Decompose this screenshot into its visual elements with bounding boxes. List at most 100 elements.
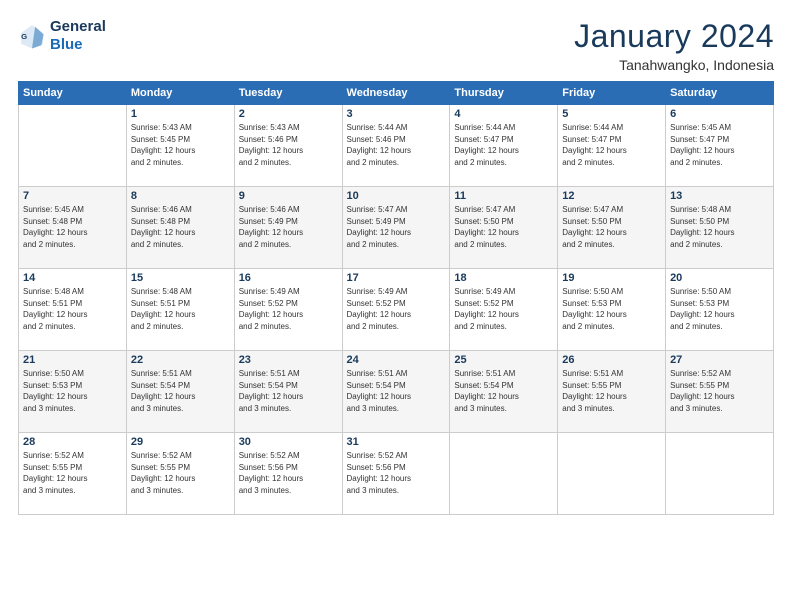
calendar-cell	[19, 105, 127, 187]
calendar-cell: 31 Sunrise: 5:52 AMSunset: 5:56 PMDayligh…	[342, 433, 450, 515]
calendar-cell: 7Sunrise: 5:45 AMSunset: 5:48 PMDaylight…	[19, 187, 127, 269]
day-number: 24	[347, 354, 446, 366]
day-number: 20	[670, 272, 769, 284]
day-number: 4	[454, 108, 553, 120]
calendar-cell: 5Sunrise: 5:44 AMSunset: 5:47 PMDaylight…	[558, 105, 666, 187]
calendar-cell: 25 Sunrise: 5:51 AMSunset: 5:54 PMDayligh…	[450, 351, 558, 433]
day-info: Sunrise: 5:43 AMSunset: 5:45 PMDaylight:…	[131, 122, 230, 168]
day-number: 10	[347, 190, 446, 202]
day-number: 13	[670, 190, 769, 202]
location: Tanahwangko, Indonesia	[574, 57, 774, 73]
day-number: 21	[23, 354, 122, 366]
day-info: Sunrise: 5:50 AMSunset: 5:53 PMDaylight:…	[562, 286, 661, 332]
calendar-cell	[666, 433, 774, 515]
calendar-cell: 12 Sunrise: 5:47 AMSunset: 5:50 PMDayligh…	[558, 187, 666, 269]
calendar-cell: 2 Sunrise: 5:43 AMSunset: 5:46 PMDaylight…	[234, 105, 342, 187]
weekday-header-sunday: Sunday	[19, 82, 127, 105]
day-number: 29	[131, 436, 230, 448]
day-number: 15	[131, 272, 230, 284]
calendar-week-row: 21 Sunrise: 5:50 AMSunset: 5:53 PMDayligh…	[19, 351, 774, 433]
day-info: Sunrise: 5:49 AMSunset: 5:52 PMDaylight:…	[239, 286, 338, 332]
calendar-cell: 17 Sunrise: 5:49 AMSunset: 5:52 PMDayligh…	[342, 269, 450, 351]
day-number: 25	[454, 354, 553, 366]
day-info: Sunrise: 5:48 AMSunset: 5:51 PMDaylight:…	[23, 286, 122, 332]
day-number: 7	[23, 190, 122, 202]
calendar-cell: 27Sunrise: 5:52 AMSunset: 5:55 PMDayligh…	[666, 351, 774, 433]
day-info: Sunrise: 5:48 AMSunset: 5:51 PMDaylight:…	[131, 286, 230, 332]
calendar-cell: 14 Sunrise: 5:48 AMSunset: 5:51 PMDayligh…	[19, 269, 127, 351]
calendar-cell: 26Sunrise: 5:51 AMSunset: 5:55 PMDayligh…	[558, 351, 666, 433]
day-info: Sunrise: 5:45 AMSunset: 5:47 PMDaylight:…	[670, 122, 769, 168]
day-info: Sunrise: 5:43 AMSunset: 5:46 PMDaylight:…	[239, 122, 338, 168]
calendar-cell: 16 Sunrise: 5:49 AMSunset: 5:52 PMDayligh…	[234, 269, 342, 351]
logo-text-general: General	[50, 18, 106, 36]
weekday-header-monday: Monday	[126, 82, 234, 105]
day-info: Sunrise: 5:46 AMSunset: 5:48 PMDaylight:…	[131, 204, 230, 250]
month-title: January 2024	[574, 18, 774, 55]
weekday-header-wednesday: Wednesday	[342, 82, 450, 105]
day-number: 1	[131, 108, 230, 120]
calendar-cell: 21 Sunrise: 5:50 AMSunset: 5:53 PMDayligh…	[19, 351, 127, 433]
day-info: Sunrise: 5:44 AMSunset: 5:46 PMDaylight:…	[347, 122, 446, 168]
calendar-week-row: 28 Sunrise: 5:52 AMSunset: 5:55 PMDayligh…	[19, 433, 774, 515]
title-block: January 2024 Tanahwangko, Indonesia	[574, 18, 774, 73]
svg-text:G: G	[21, 32, 27, 41]
day-info: Sunrise: 5:51 AMSunset: 5:54 PMDaylight:…	[239, 368, 338, 414]
day-number: 28	[23, 436, 122, 448]
calendar-cell: 1 Sunrise: 5:43 AMSunset: 5:45 PMDaylight…	[126, 105, 234, 187]
day-info: Sunrise: 5:52 AMSunset: 5:56 PMDaylight:…	[239, 450, 338, 496]
calendar-table: SundayMondayTuesdayWednesdayThursdayFrid…	[18, 81, 774, 515]
calendar-cell: 19 Sunrise: 5:50 AMSunset: 5:53 PMDayligh…	[558, 269, 666, 351]
day-info: Sunrise: 5:52 AMSunset: 5:56 PMDaylight:…	[347, 450, 446, 496]
calendar-cell: 20 Sunrise: 5:50 AMSunset: 5:53 PMDayligh…	[666, 269, 774, 351]
calendar-week-row: 14 Sunrise: 5:48 AMSunset: 5:51 PMDayligh…	[19, 269, 774, 351]
calendar-cell: 4 Sunrise: 5:44 AMSunset: 5:47 PMDaylight…	[450, 105, 558, 187]
calendar-cell	[558, 433, 666, 515]
day-number: 14	[23, 272, 122, 284]
weekday-header-saturday: Saturday	[666, 82, 774, 105]
calendar-week-row: 1 Sunrise: 5:43 AMSunset: 5:45 PMDaylight…	[19, 105, 774, 187]
weekday-header-row: SundayMondayTuesdayWednesdayThursdayFrid…	[19, 82, 774, 105]
day-number: 11	[454, 190, 553, 202]
day-number: 8	[131, 190, 230, 202]
day-number: 30	[239, 436, 338, 448]
day-info: Sunrise: 5:46 AMSunset: 5:49 PMDaylight:…	[239, 204, 338, 250]
day-info: Sunrise: 5:51 AMSunset: 5:55 PMDaylight:…	[562, 368, 661, 414]
day-info: Sunrise: 5:50 AMSunset: 5:53 PMDaylight:…	[670, 286, 769, 332]
calendar-cell: 22Sunrise: 5:51 AMSunset: 5:54 PMDayligh…	[126, 351, 234, 433]
day-number: 12	[562, 190, 661, 202]
calendar-cell: 28 Sunrise: 5:52 AMSunset: 5:55 PMDayligh…	[19, 433, 127, 515]
calendar-cell: 24 Sunrise: 5:51 AMSunset: 5:54 PMDayligh…	[342, 351, 450, 433]
day-info: Sunrise: 5:52 AMSunset: 5:55 PMDaylight:…	[670, 368, 769, 414]
day-info: Sunrise: 5:47 AMSunset: 5:49 PMDaylight:…	[347, 204, 446, 250]
calendar-cell: 9 Sunrise: 5:46 AMSunset: 5:49 PMDaylight…	[234, 187, 342, 269]
day-info: Sunrise: 5:47 AMSunset: 5:50 PMDaylight:…	[562, 204, 661, 250]
weekday-header-thursday: Thursday	[450, 82, 558, 105]
day-number: 19	[562, 272, 661, 284]
weekday-header-tuesday: Tuesday	[234, 82, 342, 105]
logo-icon: G	[18, 22, 46, 50]
calendar-week-row: 7Sunrise: 5:45 AMSunset: 5:48 PMDaylight…	[19, 187, 774, 269]
day-info: Sunrise: 5:49 AMSunset: 5:52 PMDaylight:…	[347, 286, 446, 332]
day-info: Sunrise: 5:48 AMSunset: 5:50 PMDaylight:…	[670, 204, 769, 250]
calendar-cell: 8 Sunrise: 5:46 AMSunset: 5:48 PMDaylight…	[126, 187, 234, 269]
calendar-cell: 3 Sunrise: 5:44 AMSunset: 5:46 PMDaylight…	[342, 105, 450, 187]
logo: G General Blue	[18, 18, 106, 54]
day-number: 16	[239, 272, 338, 284]
day-info: Sunrise: 5:52 AMSunset: 5:55 PMDaylight:…	[131, 450, 230, 496]
calendar-cell: 23Sunrise: 5:51 AMSunset: 5:54 PMDayligh…	[234, 351, 342, 433]
day-number: 17	[347, 272, 446, 284]
day-number: 2	[239, 108, 338, 120]
day-info: Sunrise: 5:51 AMSunset: 5:54 PMDaylight:…	[347, 368, 446, 414]
day-info: Sunrise: 5:50 AMSunset: 5:53 PMDaylight:…	[23, 368, 122, 414]
day-info: Sunrise: 5:51 AMSunset: 5:54 PMDaylight:…	[454, 368, 553, 414]
calendar-cell: 15 Sunrise: 5:48 AMSunset: 5:51 PMDayligh…	[126, 269, 234, 351]
day-info: Sunrise: 5:52 AMSunset: 5:55 PMDaylight:…	[23, 450, 122, 496]
day-number: 31	[347, 436, 446, 448]
day-number: 3	[347, 108, 446, 120]
day-info: Sunrise: 5:47 AMSunset: 5:50 PMDaylight:…	[454, 204, 553, 250]
day-number: 9	[239, 190, 338, 202]
day-info: Sunrise: 5:44 AMSunset: 5:47 PMDaylight:…	[454, 122, 553, 168]
day-number: 18	[454, 272, 553, 284]
calendar-page: G General Blue January 2024 Tanahwangko,…	[0, 0, 792, 612]
